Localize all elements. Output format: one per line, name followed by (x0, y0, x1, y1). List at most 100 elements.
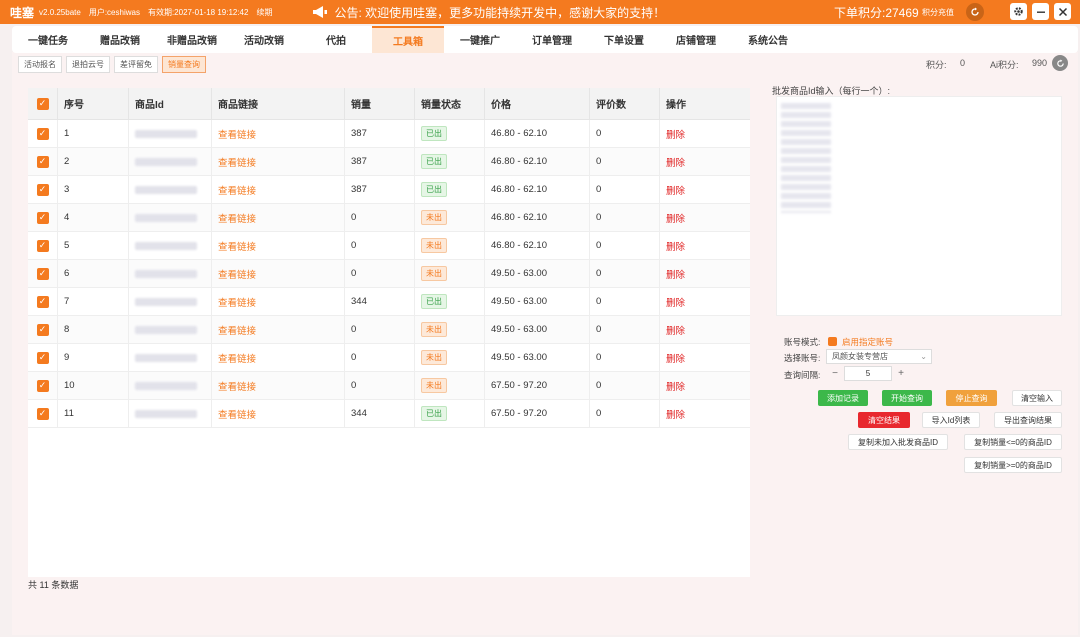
row-link-cell: 查看链接 (212, 148, 345, 175)
expire-date: 有效期:2027-01-18 19:12:42 (147, 7, 249, 17)
row-checkbox[interactable]: ✓ (28, 288, 58, 315)
delete-link[interactable]: 删除 (666, 267, 685, 281)
tab-system-notice[interactable]: 系统公告 (732, 26, 804, 53)
row-action-cell: 删除 (660, 344, 745, 371)
interval-stepper: − 5 + (826, 366, 910, 381)
account-mode-checkbox[interactable] (828, 336, 837, 347)
row-price: 49.50 - 63.00 (485, 344, 590, 371)
notice-bar: 公告: 欢迎使用哇塞，更多功能持续开发中，感谢大家的支持！ (312, 4, 665, 21)
view-link[interactable]: 查看链接 (218, 183, 256, 197)
row-no: 2 (58, 148, 129, 175)
row-checkbox[interactable]: ✓ (28, 260, 58, 287)
score-label: 积分: (926, 60, 947, 70)
row-status-cell: 已出 (415, 400, 485, 427)
tab-one-click-task[interactable]: 一键任务 (12, 26, 84, 53)
row-checkbox[interactable]: ✓ (28, 316, 58, 343)
start-query-button[interactable]: 开始查询 (882, 390, 932, 406)
delete-link[interactable]: 删除 (666, 295, 685, 309)
delete-link[interactable]: 删除 (666, 183, 685, 197)
view-link[interactable]: 查看链接 (218, 239, 256, 253)
refresh-score-icon[interactable] (1052, 55, 1068, 71)
tab-store-management[interactable]: 店铺管理 (660, 26, 732, 53)
delete-link[interactable]: 删除 (666, 323, 685, 337)
clear-input-button[interactable]: 清空输入 (1012, 390, 1062, 406)
row-no: 8 (58, 316, 129, 343)
increment-button[interactable]: + (892, 366, 910, 381)
row-checkbox[interactable]: ✓ (28, 232, 58, 259)
subtab-activity-signup[interactable]: 活动报名 (18, 56, 62, 73)
settings-gear-icon[interactable] (1010, 3, 1027, 20)
delete-link[interactable]: 删除 (666, 407, 685, 421)
import-id-list-button[interactable]: 导入Id列表 (922, 412, 980, 428)
close-icon[interactable] (1054, 3, 1071, 20)
tab-activity-sales[interactable]: 活动改销 (228, 26, 300, 53)
row-link-cell: 查看链接 (212, 316, 345, 343)
recharge-link[interactable]: 积分充值 (922, 7, 954, 18)
subtab-bad-review[interactable]: 差评留免 (114, 56, 158, 73)
row-product-id (129, 204, 212, 231)
subtab-sales-query[interactable]: 销量查询 (162, 56, 206, 73)
view-link[interactable]: 查看链接 (218, 267, 256, 281)
check-icon: ✓ (36, 407, 49, 420)
delete-link[interactable]: 删除 (666, 239, 685, 253)
interval-value[interactable]: 5 (844, 366, 892, 381)
row-sales: 0 (345, 344, 415, 371)
view-link[interactable]: 查看链接 (218, 211, 256, 225)
view-link[interactable]: 查看链接 (218, 155, 256, 169)
status-badge: 已出 (421, 294, 447, 309)
minimize-icon[interactable] (1032, 3, 1049, 20)
row-reviews: 0 (590, 344, 660, 371)
copy-sales-le0-button[interactable]: 复制销量<=0的商品ID (964, 434, 1062, 450)
view-link[interactable]: 查看链接 (218, 127, 256, 141)
row-action-cell: 删除 (660, 232, 745, 259)
row-price: 49.50 - 63.00 (485, 288, 590, 315)
add-record-button[interactable]: 添加记录 (818, 390, 868, 406)
tab-non-gift-sales[interactable]: 非赠品改销 (156, 26, 228, 53)
delete-link[interactable]: 删除 (666, 351, 685, 365)
row-no: 10 (58, 372, 129, 399)
tab-gift-sales[interactable]: 赠品改销 (84, 26, 156, 53)
blurred-product-id (135, 409, 197, 418)
delete-link[interactable]: 删除 (666, 379, 685, 393)
tab-order-management[interactable]: 订单管理 (516, 26, 588, 53)
export-result-button[interactable]: 导出查询结果 (994, 412, 1062, 428)
delete-link[interactable]: 删除 (666, 155, 685, 169)
row-checkbox[interactable]: ✓ (28, 372, 58, 399)
view-link[interactable]: 查看链接 (218, 351, 256, 365)
tab-one-click-promote[interactable]: 一键推广 (444, 26, 516, 53)
batch-id-textarea[interactable] (776, 96, 1062, 316)
tab-toolbox[interactable]: 工具箱 (372, 26, 444, 53)
row-no: 1 (58, 120, 129, 147)
delete-link[interactable]: 删除 (666, 211, 685, 225)
row-sales: 387 (345, 148, 415, 175)
view-link[interactable]: 查看链接 (218, 323, 256, 337)
delete-link[interactable]: 删除 (666, 127, 685, 141)
row-checkbox[interactable]: ✓ (28, 148, 58, 175)
decrement-button[interactable]: − (826, 366, 844, 381)
copy-sales-ge0-button[interactable]: 复制销量>=0的商品ID (964, 457, 1062, 473)
copy-not-added-button[interactable]: 复制未加入批发商品ID (848, 434, 948, 450)
status-badge: 已出 (421, 406, 447, 421)
row-checkbox[interactable]: ✓ (28, 176, 58, 203)
renew-link[interactable]: 续期 (256, 7, 272, 18)
tab-order-settings[interactable]: 下单设置 (588, 26, 660, 53)
row-reviews: 0 (590, 316, 660, 343)
table-row: ✓ 11 查看链接 344 已出 67.50 - 97.20 0 删除 (28, 400, 750, 428)
account-select[interactable]: 凤颜女装专营店 ⌄ (826, 349, 932, 364)
select-all-checkbox[interactable]: ✓ (28, 88, 58, 119)
row-checkbox[interactable]: ✓ (28, 400, 58, 427)
view-link[interactable]: 查看链接 (218, 379, 256, 393)
row-checkbox[interactable]: ✓ (28, 204, 58, 231)
row-checkbox[interactable]: ✓ (28, 344, 58, 371)
clear-result-button[interactable]: 清空结果 (858, 412, 910, 428)
view-link[interactable]: 查看链接 (218, 295, 256, 309)
stop-query-button[interactable]: 停止查询 (946, 390, 997, 406)
row-reviews: 0 (590, 400, 660, 427)
refresh-icon[interactable] (966, 3, 984, 21)
view-link[interactable]: 查看链接 (218, 407, 256, 421)
blurred-product-id (135, 241, 197, 250)
subtab-refund-cloud[interactable]: 退拍云号 (66, 56, 110, 73)
tab-proxy-buy[interactable]: 代拍 (300, 26, 372, 53)
row-price: 46.80 - 62.10 (485, 232, 590, 259)
row-checkbox[interactable]: ✓ (28, 120, 58, 147)
